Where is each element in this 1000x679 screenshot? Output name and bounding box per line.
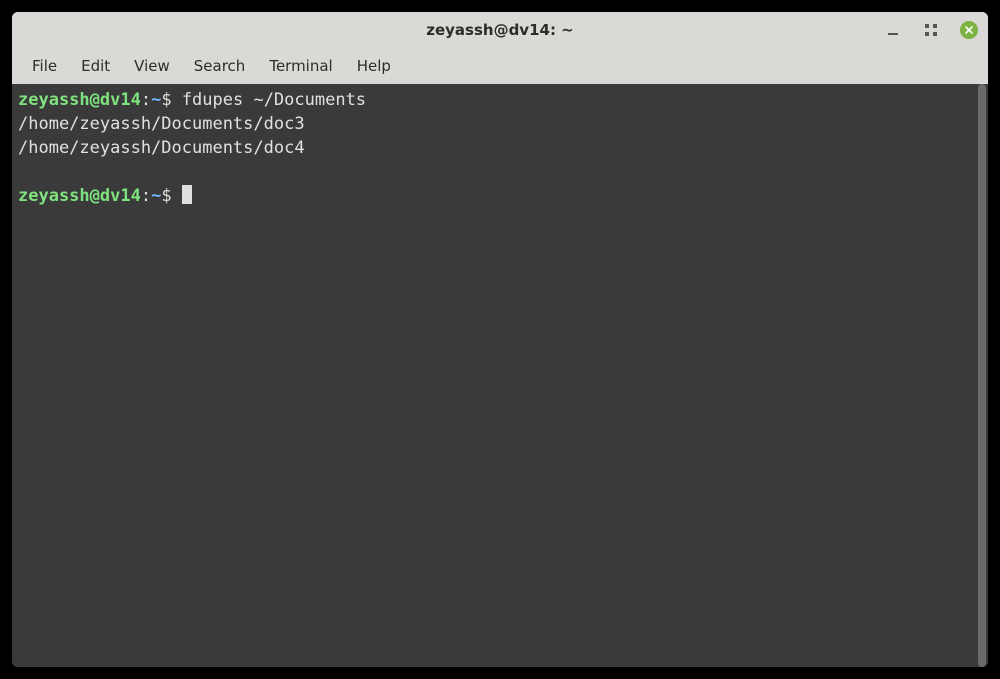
menu-edit[interactable]: Edit	[69, 51, 122, 81]
terminal-container: zeyassh@dv14:~$ fdupes ~/Documents /home…	[12, 84, 988, 667]
menu-help[interactable]: Help	[345, 51, 403, 81]
command-1: fdupes ~/Documents	[172, 90, 366, 110]
close-button[interactable]	[960, 21, 978, 39]
prompt-separator: :	[141, 186, 151, 206]
menu-view[interactable]: View	[122, 51, 182, 81]
prompt-separator: :	[141, 90, 151, 110]
maximize-icon	[925, 24, 937, 36]
menu-search[interactable]: Search	[182, 51, 258, 81]
menu-file[interactable]: File	[20, 51, 69, 81]
minimize-button[interactable]	[884, 21, 902, 39]
titlebar: zeyassh@dv14: ~	[12, 12, 988, 48]
cursor-icon	[182, 185, 192, 204]
prompt-dollar: $	[161, 90, 171, 110]
scrollbar[interactable]	[976, 84, 988, 667]
prompt-dollar: $	[161, 186, 171, 206]
prompt-path: ~	[151, 186, 161, 206]
maximize-button[interactable]	[922, 21, 940, 39]
terminal-output[interactable]: zeyassh@dv14:~$ fdupes ~/Documents /home…	[12, 84, 976, 667]
window-title: zeyassh@dv14: ~	[426, 21, 574, 39]
menubar: File Edit View Search Terminal Help	[12, 48, 988, 84]
prompt-userhost: zeyassh@dv14	[18, 186, 141, 206]
prompt-path: ~	[151, 90, 161, 110]
menu-terminal[interactable]: Terminal	[257, 51, 344, 81]
window-controls	[884, 12, 978, 48]
scrollbar-thumb[interactable]	[978, 84, 986, 667]
close-icon	[964, 25, 974, 35]
output-line: /home/zeyassh/Documents/doc4	[18, 138, 305, 158]
output-line: /home/zeyassh/Documents/doc3	[18, 114, 305, 134]
terminal-window: zeyassh@dv14: ~	[12, 12, 988, 667]
command-2	[172, 186, 182, 206]
minimize-icon	[887, 24, 899, 36]
prompt-userhost: zeyassh@dv14	[18, 90, 141, 110]
